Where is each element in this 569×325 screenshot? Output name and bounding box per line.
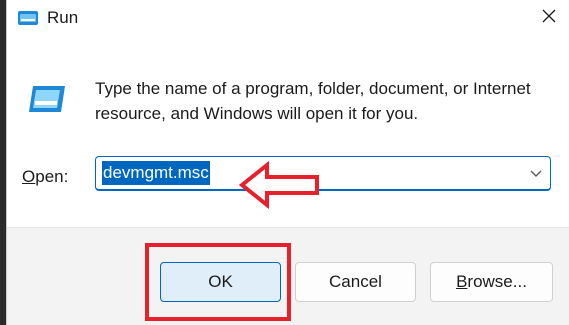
- open-label: Open:: [22, 167, 68, 187]
- browse-accesskey: B: [456, 272, 468, 291]
- browse-label: rowse...: [467, 272, 527, 291]
- run-program-icon: [27, 84, 67, 114]
- cancel-button[interactable]: Cancel: [295, 262, 416, 302]
- screenshot-stage: Run Type the name of a program, folder, …: [0, 0, 569, 325]
- window-title: Run: [47, 8, 79, 27]
- browse-button[interactable]: Browse...: [430, 262, 553, 302]
- chevron-down-icon[interactable]: [528, 165, 544, 181]
- open-label-accesskey: O: [22, 167, 36, 186]
- open-label-text: pen:: [35, 167, 69, 186]
- close-icon: [541, 8, 557, 29]
- dialog-footer: OK Cancel Browse...: [7, 227, 569, 325]
- close-button[interactable]: [532, 2, 566, 34]
- run-dialog: Run Type the name of a program, folder, …: [6, 0, 569, 325]
- dialog-description: Type the name of a program, folder, docu…: [95, 79, 531, 123]
- open-input-value[interactable]: devmgmt.msc: [102, 161, 210, 185]
- run-icon: [17, 10, 39, 26]
- open-combobox[interactable]: devmgmt.msc: [95, 156, 551, 191]
- title-bar[interactable]: Run: [7, 0, 569, 38]
- ok-button[interactable]: OK: [160, 262, 281, 302]
